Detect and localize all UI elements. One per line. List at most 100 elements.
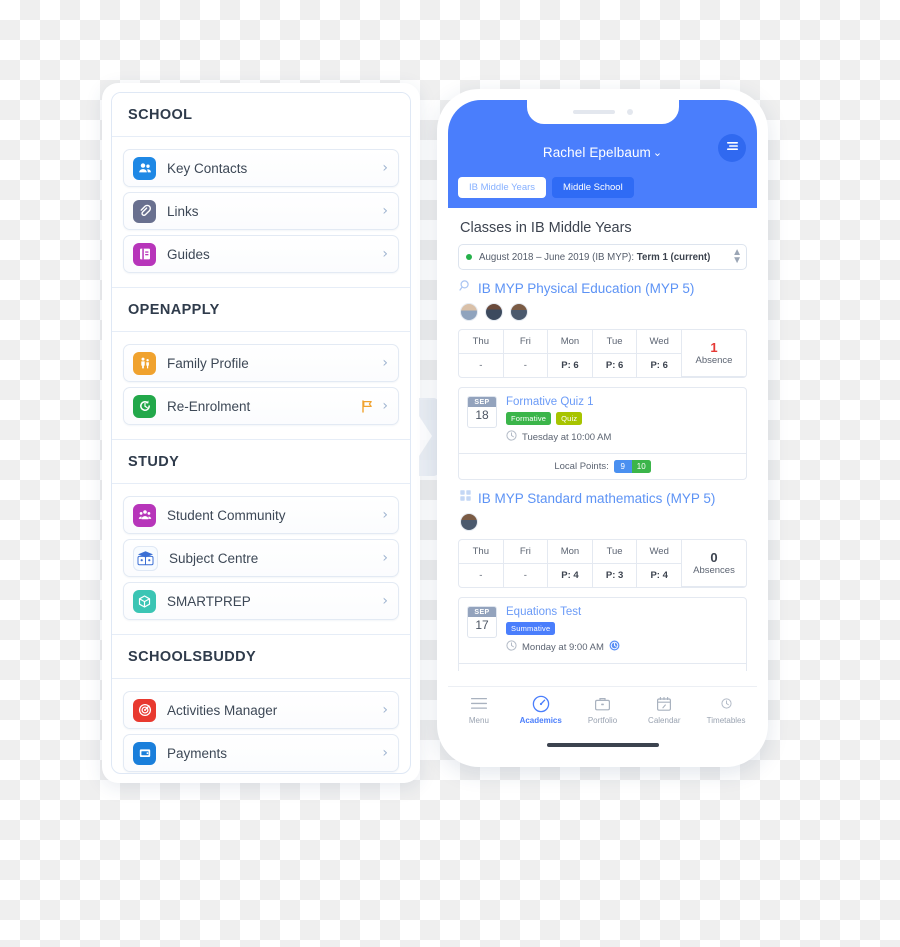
attendance-value: P: 4	[548, 564, 593, 587]
attendance-value: -	[459, 564, 504, 587]
sidebar-item-family-profile[interactable]: Family Profile ›	[123, 344, 399, 382]
term-select[interactable]: August 2018 – June 2019 (IB MYP): Term 1…	[458, 244, 747, 270]
assignment-footer: Local Points: 9 10	[459, 453, 746, 479]
absence-label: Absence	[695, 355, 733, 366]
absence-count: 0	[710, 550, 718, 565]
points-badges: 9 10	[613, 460, 651, 473]
link-icon	[133, 199, 156, 223]
sidebar-item-label: Student Community	[167, 507, 286, 523]
home-indicator	[546, 743, 659, 747]
nav-item-label: Portfolio	[587, 716, 618, 725]
term-range: August 2018 – June 2019 (IB MYP):	[479, 251, 637, 263]
assignment-main[interactable]: SEP 18 Formative Quiz 1 Formative Quiz Tuesda…	[459, 388, 746, 453]
flag-icon	[361, 399, 373, 413]
chevron-right-icon: ›	[382, 745, 388, 761]
nav-item-calendar[interactable]: Calendar	[633, 694, 695, 725]
chevron-down-icon[interactable]: ⌄	[653, 146, 662, 159]
attendance-period: P: 6	[605, 360, 624, 371]
front-camera	[626, 109, 633, 115]
assignment-details: Formative Quiz 1 Formative Quiz Tuesday at …	[506, 396, 737, 444]
sidebar-item-links[interactable]: Links ›	[123, 192, 399, 230]
assignment-chip: Quiz	[556, 412, 583, 425]
sidebar-section-header: SCHOOL	[112, 93, 410, 137]
cube-icon	[133, 589, 156, 613]
page-title: Classes in IB Middle Years	[460, 220, 632, 236]
clock-icon	[506, 430, 517, 444]
family-icon	[133, 351, 156, 375]
chevron-right-icon: ›	[382, 702, 388, 718]
assignment-name-link[interactable]: Equations Test	[506, 606, 737, 618]
sidebar-item-label: Family Profile	[167, 355, 249, 371]
user-name[interactable]: Rachel Epelbaum	[543, 145, 651, 160]
nav-item-academics[interactable]: Academics	[510, 694, 572, 725]
attendance-day-header: Thu	[459, 330, 504, 354]
nav-item-portfolio[interactable]: Portfolio	[572, 694, 634, 725]
sidebar-item-label: Activities Manager	[167, 702, 278, 718]
sidebar-item-payments[interactable]: Payments ›	[123, 734, 399, 772]
academics-content: Classes in IB Middle Years August 2018 –…	[448, 208, 757, 671]
sidebar-item-activities-manager[interactable]: Activities Manager ›	[123, 691, 399, 729]
calendar-icon	[633, 694, 695, 713]
attendance-empty: -	[523, 570, 527, 581]
nav-item-label: Menu	[468, 716, 489, 725]
refresh-icon	[133, 394, 156, 418]
sidebar-item-label: Subject Centre	[169, 550, 259, 566]
assignment-main[interactable]: SEP 17 Equations Test Summative Monday at 9:…	[459, 598, 746, 663]
sidebar-item-student-community[interactable]: Student Community ›	[123, 496, 399, 534]
sidebar-item-label: Re-Enrolment	[167, 398, 251, 414]
attendance-table: Thu Fri Mon Tue Wed 1 Absence - - P: 6 P: 6 P: 6	[458, 329, 747, 378]
sidebar-inner: SCHOOL Key Contacts › Links › Guides › OPENAPPL…	[111, 92, 411, 774]
class-title-link[interactable]: IB MYP Physical Education (MYP 5)	[478, 281, 694, 296]
assignment-time-row: Monday at 9:00 AM	[506, 640, 737, 654]
grade-column: B:78	[611, 670, 647, 671]
assignment-month: SEP	[468, 607, 496, 617]
attendance-day-header: Tue	[592, 540, 638, 564]
sidebar-item-subject-centre[interactable]: Subject Centre ›	[123, 539, 399, 577]
attendance-period: P: 6	[650, 360, 668, 371]
group-icon	[133, 503, 156, 527]
assignment-time: Monday at 9:00 AM	[522, 641, 604, 653]
absence-cell: 1 Absence	[682, 330, 746, 377]
assignment-chips: Formative Quiz	[506, 412, 737, 425]
school-tab-ib-middle-years[interactable]: IB Middle Years	[458, 177, 547, 198]
gauge-icon	[510, 694, 572, 713]
sidebar-group: Family Profile › Re-Enrolment ›	[112, 332, 410, 440]
school-tab-middle-school[interactable]: Middle School	[552, 177, 634, 198]
sidebar-item-smartprep[interactable]: SMARTPREP ›	[123, 582, 399, 620]
assignment-footer: A:88 B:78	[459, 663, 746, 671]
attendance-period: P: 4	[650, 570, 668, 581]
class-title-link[interactable]: IB MYP Standard mathematics (MYP 5)	[478, 491, 715, 506]
term-status-dot	[466, 254, 472, 260]
teacher-avatars	[460, 513, 747, 531]
sidebar-panel: SCHOOL Key Contacts › Links › Guides › OPENAPPL…	[102, 83, 420, 783]
assignment-chip: Summative	[506, 622, 556, 635]
search-class-icon	[459, 279, 472, 297]
avatar[interactable]	[460, 303, 478, 321]
avatar[interactable]	[460, 513, 478, 531]
list-menu-button[interactable]	[718, 134, 746, 162]
attendance-period: P: 4	[561, 570, 579, 581]
phone-screen: Rachel Epelbaum ⌄ IB Middle Years Middle …	[448, 100, 757, 756]
chevron-right-icon: ›	[382, 398, 388, 414]
sidebar-item-re-enrolment[interactable]: Re-Enrolment ›	[123, 387, 399, 425]
sync-icon	[609, 640, 620, 654]
nav-item-menu[interactable]: Menu	[448, 694, 510, 725]
sidebar-item-guides[interactable]: Guides ›	[123, 235, 399, 273]
attendance-day-header: Thu	[459, 540, 504, 564]
attendance-day-header: Fri	[503, 540, 549, 564]
avatar[interactable]	[510, 303, 528, 321]
attendance-value: P: 3	[593, 564, 638, 587]
assignment-card: SEP 18 Formative Quiz 1 Formative Quiz Tuesda…	[458, 387, 747, 480]
avatar[interactable]	[485, 303, 503, 321]
sidebar-group: Student Community › Subject Centre › SMARTPR…	[112, 484, 410, 635]
assignment-name-link[interactable]: Formative Quiz 1	[506, 396, 737, 408]
points-label: Local Points:	[554, 461, 609, 472]
stepper-icon[interactable]: ▲ ▼	[732, 247, 742, 266]
attendance-value: -	[504, 354, 549, 377]
term-label: Term 1 (current)	[636, 251, 711, 263]
assignment-date-badge: SEP 18	[467, 396, 497, 428]
sidebar-item-key-contacts[interactable]: Key Contacts ›	[123, 149, 399, 187]
points-badge: 9	[613, 460, 632, 473]
book-icon	[133, 242, 156, 266]
nav-item-timetables[interactable]: Timetables	[695, 694, 757, 725]
